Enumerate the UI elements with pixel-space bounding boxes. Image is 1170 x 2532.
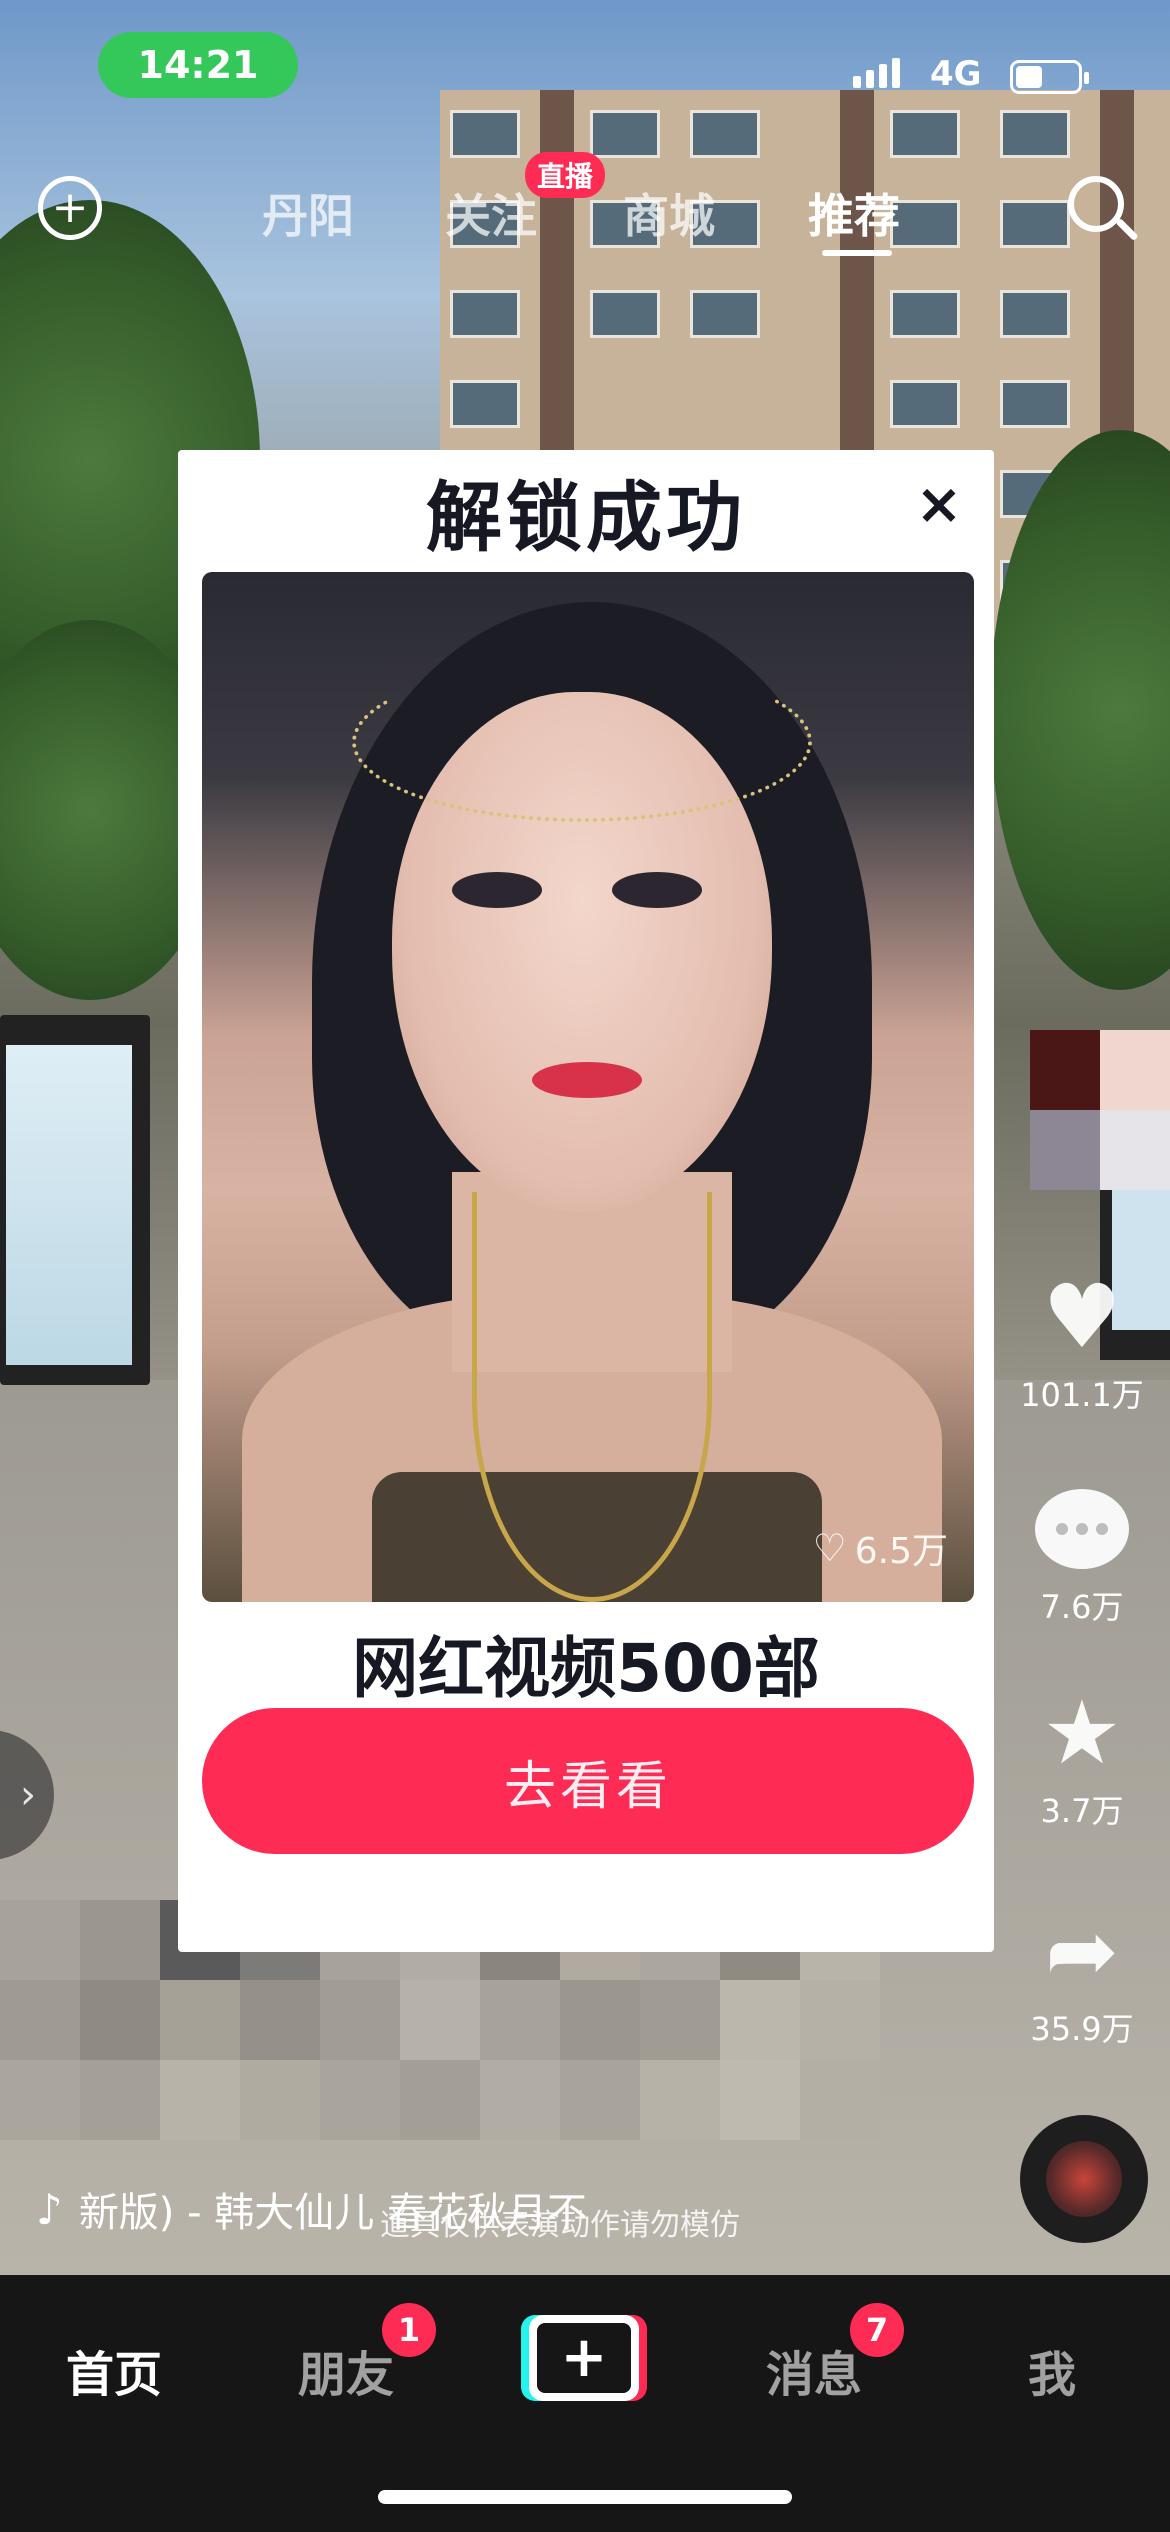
favorite-action[interactable]: ★ 3.7万 (1012, 1688, 1152, 1832)
music-note-icon: ♪ (36, 2184, 63, 2234)
share-action[interactable]: ➦ 35.9万 (1012, 1906, 1152, 2050)
heart-icon: ♥ (1042, 1265, 1122, 1368)
status-time: 14:21 (98, 32, 298, 98)
tab-following[interactable]: 关注 (445, 180, 537, 246)
image-likes-text: 6.5万 (854, 1531, 948, 1572)
unlock-popup: 解锁成功 × ♡ 6.5万 网红视频500部 去看看 (178, 450, 994, 1952)
share-count: 35.9万 (1030, 2010, 1134, 2048)
battery-icon (1010, 60, 1089, 94)
tab-recommended[interactable]: 推荐 (808, 180, 900, 246)
close-icon[interactable]: × (912, 477, 966, 533)
blurred-region (1030, 1030, 1170, 1190)
like-count: 101.1万 (1020, 1376, 1144, 1414)
active-tab-indicator (822, 250, 892, 256)
music-cover (1046, 2141, 1122, 2217)
live-badge: 直播 (525, 152, 606, 198)
tab-messages[interactable]: 消息 (766, 2335, 862, 2405)
star-icon: ★ (1042, 1681, 1122, 1784)
go-see-button[interactable]: 去看看 (202, 1708, 974, 1854)
home-indicator[interactable] (378, 2490, 792, 2504)
popup-image[interactable]: ♡ 6.5万 (202, 572, 974, 1602)
network-type: 4G (930, 54, 982, 94)
signal-icon (853, 58, 900, 88)
plus-icon: + (537, 2323, 631, 2393)
tab-danyang[interactable]: 丹阳 (262, 180, 354, 246)
tab-mall[interactable]: 商城 (623, 180, 715, 246)
video-subtitle: 道具仅供表演动作请勿模仿 (380, 2208, 740, 2243)
comment-count: 7.6万 (1040, 1588, 1124, 1626)
comment-action[interactable]: 7.6万 (1012, 1484, 1152, 1628)
tab-me[interactable]: 我 (1028, 2335, 1076, 2405)
popup-subtitle: 网红视频500部 (352, 1630, 820, 1707)
tab-home[interactable]: 首页 (66, 2335, 162, 2405)
popup-title: 解锁成功 (426, 473, 746, 562)
music-disc[interactable] (1020, 2115, 1148, 2243)
friends-badge: 1 (382, 2303, 436, 2357)
comment-icon (1034, 1484, 1130, 1574)
heart-outline-icon: ♡ (812, 1526, 847, 1570)
like-action[interactable]: ♥ 101.1万 (1012, 1272, 1152, 1416)
messages-badge: 7 (850, 2303, 904, 2357)
search-icon[interactable] (1068, 176, 1124, 232)
favorite-count: 3.7万 (1040, 1792, 1124, 1830)
share-icon: ➦ (1045, 1899, 1119, 2002)
image-like-count: ♡ 6.5万 (813, 1522, 948, 1574)
create-button[interactable]: + (521, 2315, 647, 2401)
ad-kiosk (0, 1015, 150, 1385)
tab-friends[interactable]: 朋友 (298, 2335, 394, 2405)
